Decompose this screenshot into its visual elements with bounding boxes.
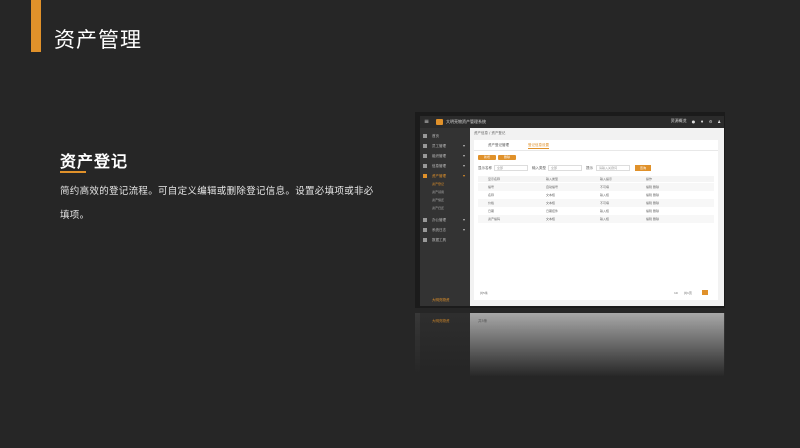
table-cell: 资产编码 (488, 217, 501, 221)
table-cell: 不可填 (600, 185, 610, 189)
table-cell: 输入框 (600, 193, 610, 197)
tab-divider (474, 150, 718, 151)
table-cell: 自动编号 (546, 185, 559, 189)
table-header-cell: 操作 (646, 177, 653, 181)
table-row: 日期 日期控件 输入框 编辑 删除 (478, 207, 714, 215)
row-actions[interactable]: 编辑 删除 (646, 209, 659, 213)
table-cell: 文本框 (546, 201, 556, 205)
row-actions[interactable]: 编辑 删除 (646, 193, 659, 197)
log-icon (423, 228, 427, 232)
app-name: 大明亮物资产管理系统 (446, 119, 486, 124)
chevron-down-icon: ▾ (462, 173, 465, 178)
row-actions[interactable]: 编辑 删除 (646, 201, 659, 205)
pagination-pages: 共1页 (684, 291, 692, 295)
filter-hint-input[interactable]: 请输入关键词 (596, 165, 630, 171)
chevron-down-icon: ▾ (462, 163, 465, 168)
sidebar-item-tools[interactable]: 数据工具 (420, 236, 470, 245)
row-actions[interactable]: 编辑 删除 (646, 217, 659, 221)
tab-register-settings[interactable]: 登记信息设置 (528, 143, 549, 149)
section-title: 资产登记 (60, 152, 129, 171)
sidebar-item-home[interactable]: 首页 (420, 132, 470, 141)
pagination-per-page[interactable]: 10 (674, 291, 678, 295)
table-header-cell: 输入类型 (546, 177, 559, 181)
org-icon (423, 154, 427, 158)
chevron-down-icon: ▾ (462, 227, 465, 232)
sidebar-item-staff[interactable]: 员工管理 ▾ (420, 142, 470, 151)
sidebar-footer: 大明亮物资 (432, 298, 450, 302)
breadcrumb: 资产信息 / 资产登记 (474, 131, 506, 135)
row-actions[interactable]: 编辑 删除 (646, 185, 659, 189)
sidebar-item-assets[interactable]: 资产管理 ▾ (420, 172, 470, 181)
table-cell: 文本框 (546, 193, 556, 197)
add-button[interactable]: 新增 (478, 155, 496, 160)
menu-icon[interactable]: ≡ (424, 118, 429, 125)
logo-icon (436, 119, 443, 125)
table-cell: 输入框 (600, 209, 610, 213)
filter-label-type: 输入类型 (532, 166, 546, 170)
section-underline (60, 171, 86, 173)
sidebar-sub-return[interactable]: 资产归还 (432, 206, 444, 210)
reflection-pagination-total: 共5条 (478, 319, 488, 323)
table-cell: 编号 (488, 185, 495, 189)
table-cell: 不可填 (600, 201, 610, 205)
chevron-down-icon: ▾ (462, 143, 465, 148)
sidebar-item-org[interactable]: 组织管理 ▾ (420, 152, 470, 161)
table-header-cell: 显示名称 (488, 177, 501, 181)
sidebar-item-log[interactable]: 系统日志 ▾ (420, 226, 470, 235)
filter-name-select[interactable]: 全部 (494, 165, 528, 171)
table-cell: 文本框 (546, 217, 556, 221)
sidebar-item-info[interactable]: 信息管理 ▾ (420, 162, 470, 171)
delete-button[interactable]: 删除 (498, 155, 516, 160)
title-accent-bar (31, 0, 41, 52)
app-topbar: ≡ 大明亮物资产管理系统 资源概览 ● ♦ ⚙ ♟ (420, 116, 724, 128)
app-screenshot: ≡ 大明亮物资产管理系统 资源概览 ● ♦ ⚙ ♟ 首页 员工管理 ▾ 组织管理 ▾… (420, 116, 724, 306)
tools-icon (423, 238, 427, 242)
chevron-down-icon: ▾ (462, 217, 465, 222)
gear-icon[interactable]: ⚙ (709, 119, 713, 124)
filter-label-hint: 提示 (586, 166, 593, 170)
topbar-overview-link[interactable]: 资源概览 (671, 118, 687, 124)
table-cell: 日期控件 (546, 209, 559, 213)
table-cell: 价格 (488, 201, 495, 205)
table-header-cell: 输入提示 (600, 177, 613, 181)
table-row: 编号 自动编号 不可填 编辑 删除 (478, 183, 714, 191)
table-cell: 日期 (488, 209, 495, 213)
pagination-current-page[interactable] (702, 290, 708, 295)
pagination-total: 共5条 (480, 291, 488, 295)
sidebar-sub-register[interactable]: 资产登记 (432, 182, 444, 186)
query-button[interactable]: 查询 (635, 165, 651, 171)
table-row: 名称 文本框 输入框 编辑 删除 (478, 191, 714, 199)
user-icon[interactable]: ♟ (717, 119, 721, 124)
main-content: 资产信息 / 资产登记 资产登记管理 登记信息设置 新增 删除 显示名称 全部 … (470, 128, 724, 306)
reflection-sidebar-footer: 大明亮物资 (432, 319, 450, 323)
sidebar-sub-borrow[interactable]: 资产借还 (432, 198, 444, 202)
table-row: 价格 文本框 不可填 编辑 删除 (478, 199, 714, 207)
home-icon (423, 134, 427, 138)
sidebar: 首页 员工管理 ▾ 组织管理 ▾ 信息管理 ▾ 资产管理 ▾ 资产登记 资产领用 资产借… (420, 128, 470, 306)
sidebar-item-office[interactable]: 办公管理 ▾ (420, 216, 470, 225)
office-icon (423, 218, 427, 222)
chevron-down-icon: ▾ (462, 153, 465, 158)
table-cell: 输入框 (600, 217, 610, 221)
asset-icon (423, 174, 427, 178)
sidebar-sub-use[interactable]: 资产领用 (432, 190, 444, 194)
table-header: 显示名称 输入类型 输入提示 操作 (478, 176, 714, 182)
table-row: 资产编码 文本框 输入框 编辑 删除 (478, 215, 714, 223)
table-cell: 名称 (488, 193, 495, 197)
screenshot-reflection: 大明亮物资 共5条 (415, 313, 725, 377)
info-icon (423, 164, 427, 168)
bell-icon[interactable]: ♦ (700, 119, 704, 124)
tab-register-manage[interactable]: 资产登记管理 (488, 143, 509, 148)
slide-title: 资产管理 (54, 28, 142, 52)
dot-icon[interactable]: ● (692, 119, 696, 124)
content-card: 资产登记管理 登记信息设置 新增 删除 显示名称 全部 输入类型 全部 提示 请… (474, 140, 718, 300)
section-description: 简约高效的登记流程。可自定义编辑或删除登记信息。设置必填项或非必填项。 (60, 186, 374, 221)
filter-label-name: 显示名称 (478, 166, 492, 170)
staff-icon (423, 144, 427, 148)
filter-type-select[interactable]: 全部 (548, 165, 582, 171)
